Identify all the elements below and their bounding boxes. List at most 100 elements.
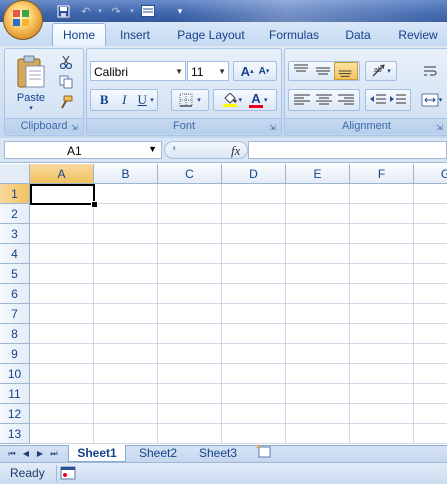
cell-d5[interactable]: [222, 264, 286, 284]
row-header-12[interactable]: 12: [0, 404, 30, 424]
row-header-3[interactable]: 3: [0, 224, 30, 244]
cell-e4[interactable]: [286, 244, 350, 264]
copy-icon[interactable]: [57, 73, 75, 91]
cell-d12[interactable]: [222, 404, 286, 424]
tab-home[interactable]: Home: [52, 23, 106, 47]
align-top-icon[interactable]: [290, 62, 312, 80]
tab-insert[interactable]: Insert: [112, 24, 158, 46]
clipboard-launcher-icon[interactable]: ⇲: [71, 123, 80, 132]
row-header-2[interactable]: 2: [0, 204, 30, 224]
cell-f8[interactable]: [350, 324, 414, 344]
cell-g3[interactable]: [414, 224, 447, 244]
font-launcher-icon[interactable]: ⇲: [269, 123, 278, 132]
cell-e10[interactable]: [286, 364, 350, 384]
decrease-indent-icon[interactable]: [368, 92, 388, 108]
cell-b13[interactable]: [94, 424, 158, 444]
increase-indent-icon[interactable]: [388, 92, 408, 108]
row-header-11[interactable]: 11: [0, 384, 30, 404]
cell-a13[interactable]: [30, 424, 94, 444]
cell-a2[interactable]: [30, 204, 94, 224]
align-bottom-icon[interactable]: [334, 62, 358, 80]
font-color-button[interactable]: A: [248, 92, 264, 108]
cell-a7[interactable]: [30, 304, 94, 324]
cell-c6[interactable]: [158, 284, 222, 304]
cell-c8[interactable]: [158, 324, 222, 344]
column-header-c[interactable]: C: [158, 164, 222, 184]
cell-e2[interactable]: [286, 204, 350, 224]
column-header-g[interactable]: G: [414, 164, 447, 184]
cell-d8[interactable]: [222, 324, 286, 344]
cell-a10[interactable]: [30, 364, 94, 384]
wrap-text-button[interactable]: [411, 61, 447, 81]
cell-b12[interactable]: [94, 404, 158, 424]
redo-icon[interactable]: ↷: [108, 3, 124, 19]
cell-g9[interactable]: [414, 344, 447, 364]
cell-b7[interactable]: [94, 304, 158, 324]
row-header-7[interactable]: 7: [0, 304, 30, 324]
cell-d2[interactable]: [222, 204, 286, 224]
cell-d1[interactable]: [222, 184, 286, 204]
next-sheet-icon[interactable]: ▶: [34, 447, 46, 460]
cell-c5[interactable]: [158, 264, 222, 284]
sheet-tab-1[interactable]: Sheet1: [68, 445, 126, 462]
cut-icon[interactable]: [57, 53, 75, 71]
align-right-icon[interactable]: [335, 92, 357, 108]
name-box[interactable]: A1 ▼: [4, 141, 162, 159]
cell-d7[interactable]: [222, 304, 286, 324]
format-painter-icon[interactable]: [57, 93, 75, 111]
borders-button[interactable]: ▾: [171, 89, 209, 111]
formula-input[interactable]: [248, 141, 447, 159]
font-color-dropdown-icon[interactable]: ▾: [264, 96, 268, 104]
italic-button[interactable]: I: [114, 92, 134, 108]
column-header-b[interactable]: B: [94, 164, 158, 184]
cell-a3[interactable]: [30, 224, 94, 244]
row-header-10[interactable]: 10: [0, 364, 30, 384]
column-header-f[interactable]: F: [350, 164, 414, 184]
cell-g13[interactable]: [414, 424, 447, 444]
cell-f10[interactable]: [350, 364, 414, 384]
grow-font-button[interactable]: A: [241, 64, 250, 79]
fill-color-button[interactable]: [222, 93, 238, 107]
row-header-6[interactable]: 6: [0, 284, 30, 304]
column-header-e[interactable]: E: [286, 164, 350, 184]
paste-button[interactable]: Paste: [9, 91, 53, 105]
underline-dropdown-icon[interactable]: ▾: [150, 96, 154, 104]
redo-dropdown-icon[interactable]: ▾: [124, 3, 140, 19]
cell-c13[interactable]: [158, 424, 222, 444]
sheet-tab-2[interactable]: Sheet2: [130, 445, 186, 461]
cell-e11[interactable]: [286, 384, 350, 404]
align-left-icon[interactable]: [291, 92, 313, 108]
cell-g2[interactable]: [414, 204, 447, 224]
cell-a6[interactable]: [30, 284, 94, 304]
shrink-font-button[interactable]: A: [259, 66, 266, 77]
cell-b10[interactable]: [94, 364, 158, 384]
cell-f5[interactable]: [350, 264, 414, 284]
cell-a5[interactable]: [30, 264, 94, 284]
cell-d3[interactable]: [222, 224, 286, 244]
cell-d9[interactable]: [222, 344, 286, 364]
cell-a9[interactable]: [30, 344, 94, 364]
cell-e1[interactable]: [286, 184, 350, 204]
tab-page-layout[interactable]: Page Layout: [172, 24, 250, 46]
insert-sheet-icon[interactable]: [252, 444, 276, 461]
cell-g5[interactable]: [414, 264, 447, 284]
align-center-icon[interactable]: [313, 92, 335, 108]
font-name-select[interactable]: Calibri ▼: [90, 61, 186, 81]
tab-review[interactable]: Review: [392, 24, 444, 46]
cell-e13[interactable]: [286, 424, 350, 444]
cell-c4[interactable]: [158, 244, 222, 264]
cell-f1[interactable]: [350, 184, 414, 204]
cell-c12[interactable]: [158, 404, 222, 424]
row-header-4[interactable]: 4: [0, 244, 30, 264]
cell-d4[interactable]: [222, 244, 286, 264]
align-middle-icon[interactable]: [312, 62, 334, 80]
cell-b4[interactable]: [94, 244, 158, 264]
bold-button[interactable]: B: [94, 92, 114, 108]
last-sheet-icon[interactable]: ⏭: [48, 447, 60, 460]
fill-color-dropdown-icon[interactable]: ▾: [238, 96, 242, 104]
cell-a4[interactable]: [30, 244, 94, 264]
cell-b1[interactable]: [94, 184, 158, 204]
cell-f7[interactable]: [350, 304, 414, 324]
cell-e3[interactable]: [286, 224, 350, 244]
row-header-13[interactable]: 13: [0, 424, 30, 444]
